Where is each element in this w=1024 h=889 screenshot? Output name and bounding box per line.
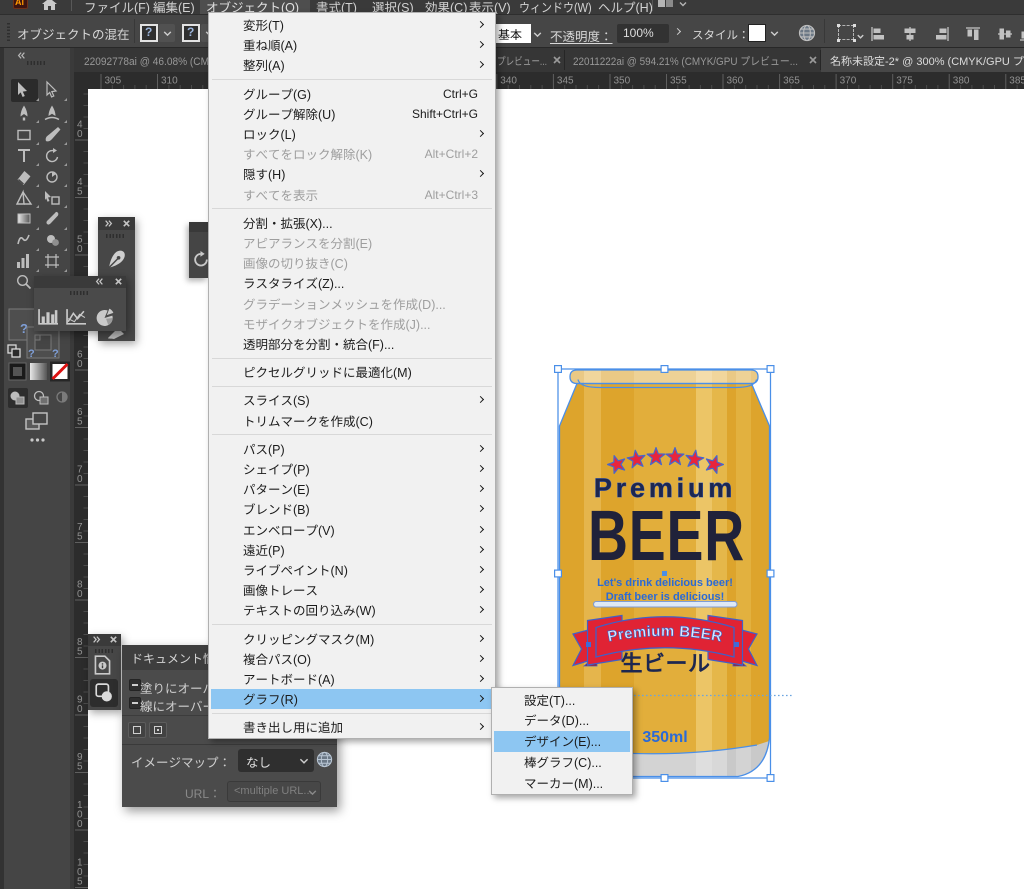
svg-text:Let's drink delicious beer!: Let's drink delicious beer!	[597, 577, 733, 589]
svg-text:350: 350	[614, 76, 631, 87]
svg-text:5: 5	[77, 762, 83, 773]
svg-text:310: 310	[161, 76, 178, 87]
svg-text:5: 5	[77, 532, 83, 543]
svg-text:5: 5	[77, 647, 83, 658]
svg-text:370: 370	[840, 76, 857, 87]
svg-text:340: 340	[500, 76, 517, 87]
svg-text:375: 375	[896, 76, 913, 87]
svg-text:0: 0	[77, 474, 83, 485]
svg-text:0: 0	[77, 244, 83, 255]
svg-text:305: 305	[105, 76, 122, 87]
svg-text:380: 380	[953, 76, 970, 87]
svg-text:365: 365	[783, 76, 800, 87]
svg-text:0: 0	[77, 704, 83, 715]
svg-text:5: 5	[77, 877, 83, 888]
svg-text:385: 385	[1009, 76, 1024, 87]
svg-text:5: 5	[77, 417, 83, 428]
svg-text:?: ?	[52, 348, 59, 360]
svg-text:355: 355	[670, 76, 687, 87]
svg-text:0: 0	[77, 129, 83, 140]
svg-text:BEER: BEER	[588, 496, 745, 575]
svg-text:0: 0	[77, 359, 83, 370]
svg-text:360: 360	[727, 76, 744, 87]
svg-text:5: 5	[77, 187, 83, 198]
svg-text:0: 0	[77, 589, 83, 600]
svg-text:350ml: 350ml	[642, 729, 687, 746]
svg-text:345: 345	[557, 76, 574, 87]
svg-text:生ビール: 生ビール	[620, 646, 710, 678]
svg-text:?: ?	[28, 348, 35, 360]
svg-text:0: 0	[77, 819, 83, 830]
